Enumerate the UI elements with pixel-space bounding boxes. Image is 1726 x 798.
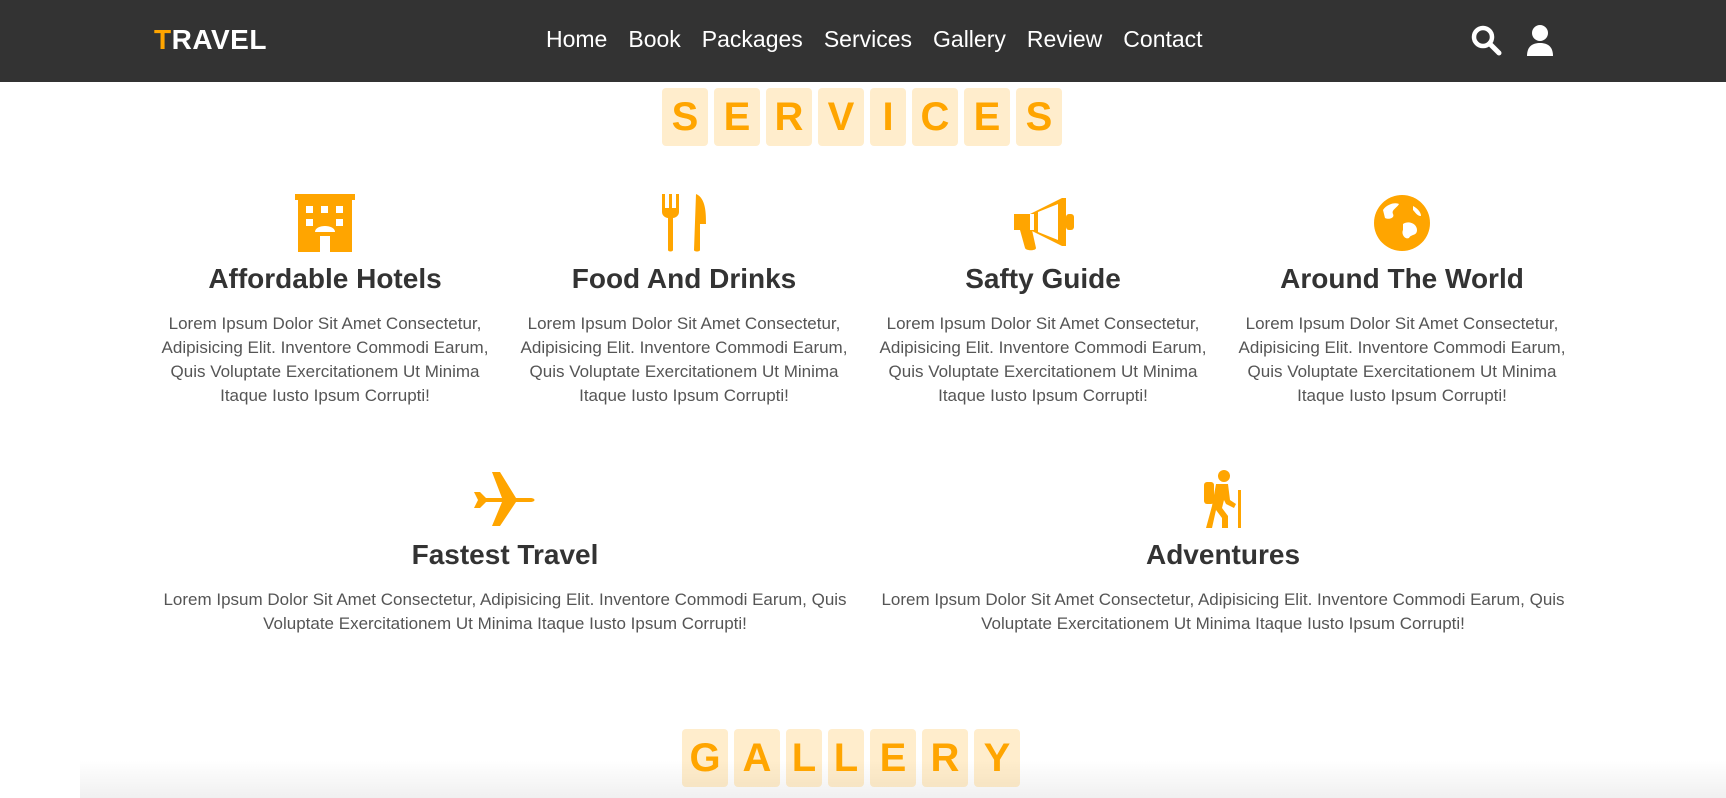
nav-link-gallery[interactable]: Gallery (933, 26, 1006, 53)
utensils-icon (662, 194, 706, 252)
nav-link-services[interactable]: Services (824, 26, 912, 53)
services-heading: S E R V I C E S (662, 88, 1062, 146)
nav-link-packages[interactable]: Packages (702, 26, 803, 53)
service-card-world: Around The World Lorem Ipsum Dolor Sit A… (1237, 194, 1567, 408)
main-nav: Home Book Packages Services Gallery Revi… (546, 26, 1224, 53)
service-description: Lorem Ipsum Dolor Sit Amet Consectetur, … (161, 314, 489, 405)
logo-accent-letter: T (154, 24, 172, 55)
service-title: Affordable Hotels (208, 263, 442, 294)
service-description: Lorem Ipsum Dolor Sit Amet Consectetur, … (881, 590, 1565, 633)
search-icon[interactable] (1470, 24, 1502, 56)
service-description: Lorem Ipsum Dolor Sit Amet Consectetur, … (520, 314, 848, 405)
heading-letter: L (828, 729, 864, 787)
service-card-travel: Fastest Travel Lorem Ipsum Dolor Sit Ame… (160, 470, 850, 636)
service-card-adventures: Adventures Lorem Ipsum Dolor Sit Amet Co… (878, 470, 1568, 636)
heading-letter: C (912, 88, 958, 146)
service-title: Food And Drinks (571, 263, 797, 294)
heading-letter: S (1016, 88, 1062, 146)
header-icons (1470, 24, 1556, 56)
heading-letter: L (786, 729, 822, 787)
site-header: TRAVEL Home Book Packages Services Galle… (0, 0, 1726, 82)
heading-letter: A (734, 729, 780, 787)
nav-link-review[interactable]: Review (1027, 26, 1102, 53)
service-description: Lorem Ipsum Dolor Sit Amet Consectetur, … (879, 314, 1207, 405)
service-card-hotels: Affordable Hotels Lorem Ipsum Dolor Sit … (160, 194, 490, 408)
globe-icon (1374, 195, 1430, 251)
logo-text: RAVEL (171, 24, 267, 55)
hotel-icon (295, 194, 355, 252)
heading-letter: R (766, 88, 812, 146)
heading-letter: G (682, 729, 728, 787)
service-title: Around The World (1280, 263, 1524, 294)
heading-letter: S (662, 88, 708, 146)
gallery-heading: G A L L E R Y (682, 729, 1020, 787)
heading-letter: E (870, 729, 916, 787)
hiking-icon (1204, 470, 1241, 528)
service-card-food: Food And Drinks Lorem Ipsum Dolor Sit Am… (519, 194, 849, 408)
nav-link-contact[interactable]: Contact (1123, 26, 1202, 53)
heading-letter: Y (974, 729, 1020, 787)
service-title: Safty Guide (965, 263, 1121, 294)
nav-link-home[interactable]: Home (546, 26, 607, 53)
heading-letter: V (818, 88, 864, 146)
service-title: Adventures (1145, 539, 1301, 570)
service-title: Fastest Travel (411, 539, 599, 570)
user-icon[interactable] (1524, 24, 1556, 56)
service-description: Lorem Ipsum Dolor Sit Amet Consectetur, … (163, 590, 847, 633)
plane-icon (474, 472, 535, 526)
heading-letter: E (714, 88, 760, 146)
heading-letter: I (870, 88, 906, 146)
bullhorn-icon (1014, 198, 1074, 251)
heading-letter: R (922, 729, 968, 787)
service-card-safety: Safty Guide Lorem Ipsum Dolor Sit Amet C… (878, 194, 1208, 408)
nav-link-book[interactable]: Book (628, 26, 680, 53)
logo[interactable]: TRAVEL (154, 24, 267, 56)
service-description: Lorem Ipsum Dolor Sit Amet Consectetur, … (1238, 314, 1566, 405)
heading-letter: E (964, 88, 1010, 146)
